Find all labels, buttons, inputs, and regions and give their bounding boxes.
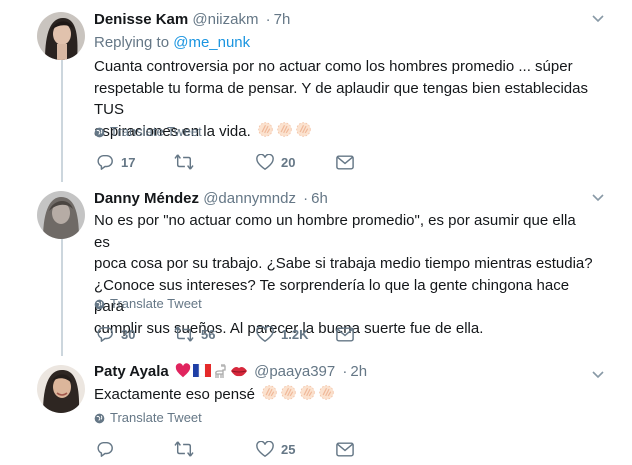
translate-tweet-link[interactable]: Translate Tweet [94,410,202,426]
display-name[interactable]: Danny Méndez [94,190,199,207]
retweet-button[interactable] [174,152,201,172]
tweet-actions: 17 20 [94,152,374,172]
replying-to: Replying to @me_nunk [94,33,250,53]
reply-icon [97,154,113,170]
llama-icon [215,363,226,378]
timestamp[interactable]: 2h [350,363,367,380]
timestamp[interactable]: 7h [274,11,291,28]
direct-message-button[interactable] [336,324,354,344]
tweet-actions: 30 56 1.2K [94,324,374,344]
retweet-icon [174,441,194,457]
retweet-count: 56 [201,326,216,342]
like-button[interactable]: 1.2K [256,324,308,344]
globe-icon [94,299,105,309]
chevron-down-icon[interactable] [590,189,606,205]
separator-dot: · [342,363,348,380]
tweet-text: No es por "no actuar como un hombre prom… [94,210,594,339]
retweet-button[interactable] [174,439,201,459]
lips-icon [230,366,247,376]
red-heart-icon [175,363,191,378]
like-count: 1.2K [281,326,309,342]
avatar[interactable] [37,12,85,60]
chevron-down-icon[interactable] [590,10,606,26]
france-flag-icon [192,364,211,377]
clapping-hands-icon [258,121,273,137]
clapping-hands-icon [262,385,277,400]
display-name[interactable]: Paty Ayala [94,363,169,380]
timestamp[interactable]: 6h [311,190,328,207]
reply-icon [97,326,113,342]
envelope-icon [336,154,354,170]
reply-button[interactable]: 17 [96,152,135,172]
envelope-icon [336,441,354,457]
reply-count: 30 [121,326,136,342]
clapping-hands-icon [300,385,315,400]
translate-label: Translate Tweet [110,124,202,139]
retweet-icon [174,154,194,170]
separator-dot: · [303,190,309,207]
mention-link[interactable]: @me_nunk [173,34,250,51]
like-button[interactable]: 20 [256,152,295,172]
direct-message-button[interactable] [336,439,354,459]
avatar[interactable] [37,191,85,239]
reply-button[interactable] [96,439,121,459]
tweet-denisse[interactable]: Denisse Kam @niizakm · 7h Replying to @me… [0,10,632,180]
globe-icon [94,127,105,137]
name-emojis [175,363,248,379]
avatar[interactable] [37,365,85,413]
like-count: 20 [281,154,296,170]
like-button[interactable]: 25 [256,439,295,459]
tweet-text-line: poca cosa por su trabajo. ¿Sabe si traba… [94,255,593,272]
retweet-button[interactable]: 56 [174,324,215,344]
chevron-down-icon[interactable] [590,366,606,382]
clapping-hands-icon [277,121,292,137]
tweet-text-line: No es por "no actuar como un hombre prom… [94,212,576,251]
direct-message-button[interactable] [336,152,354,172]
like-count: 25 [281,441,296,457]
reply-icon [97,441,113,457]
tweet-text-line: Cuanta controversia por no actuar como l… [94,58,573,75]
clapping-hands-icon [319,385,334,400]
envelope-icon [336,326,354,342]
user-handle[interactable]: @paaya397 [254,363,335,380]
translate-label: Translate Tweet [110,410,202,425]
display-name[interactable]: Denisse Kam [94,11,188,28]
translate-tweet-link[interactable]: Translate Tweet [94,124,202,140]
tweet-header: Denisse Kam @niizakm · 7h [94,10,602,30]
heart-icon [256,325,274,342]
clapping-hands-emojis [261,384,335,401]
globe-icon [94,413,105,423]
clapping-hands-icon [281,385,296,400]
tweet-danny[interactable]: Danny Méndez @dannymndz · 6h No es por "n… [0,189,632,359]
tweet-actions: 25 [94,439,374,459]
tweet-text-line: respetable tu forma de pensar. Y de apla… [94,79,588,119]
clapping-hands-emojis [257,121,312,138]
tweet-header: Danny Méndez @dannymndz · 6h [94,189,602,209]
replying-label: Replying to [94,34,170,51]
user-handle[interactable]: @dannymndz [203,190,296,207]
tweet-text-line-with-emoji: Exactamente eso pensé [94,384,594,406]
reply-count: 17 [121,154,136,170]
clapping-hands-icon [296,121,311,137]
tweet-header: Paty Ayala @paaya397 · 2h [94,362,602,382]
heart-icon [256,153,274,170]
retweet-icon [174,326,194,342]
reply-button[interactable]: 30 [96,324,135,344]
translate-label: Translate Tweet [110,296,202,311]
separator-dot: · [265,11,271,28]
tweet-paty[interactable]: Paty Ayala @paaya397 · 2h Exactamente eso… [0,362,632,465]
heart-icon [256,440,274,457]
user-handle[interactable]: @niizakm [192,11,258,28]
tweet-text: Exactamente eso pensé [94,384,594,406]
translate-tweet-link[interactable]: Translate Tweet [94,296,202,312]
